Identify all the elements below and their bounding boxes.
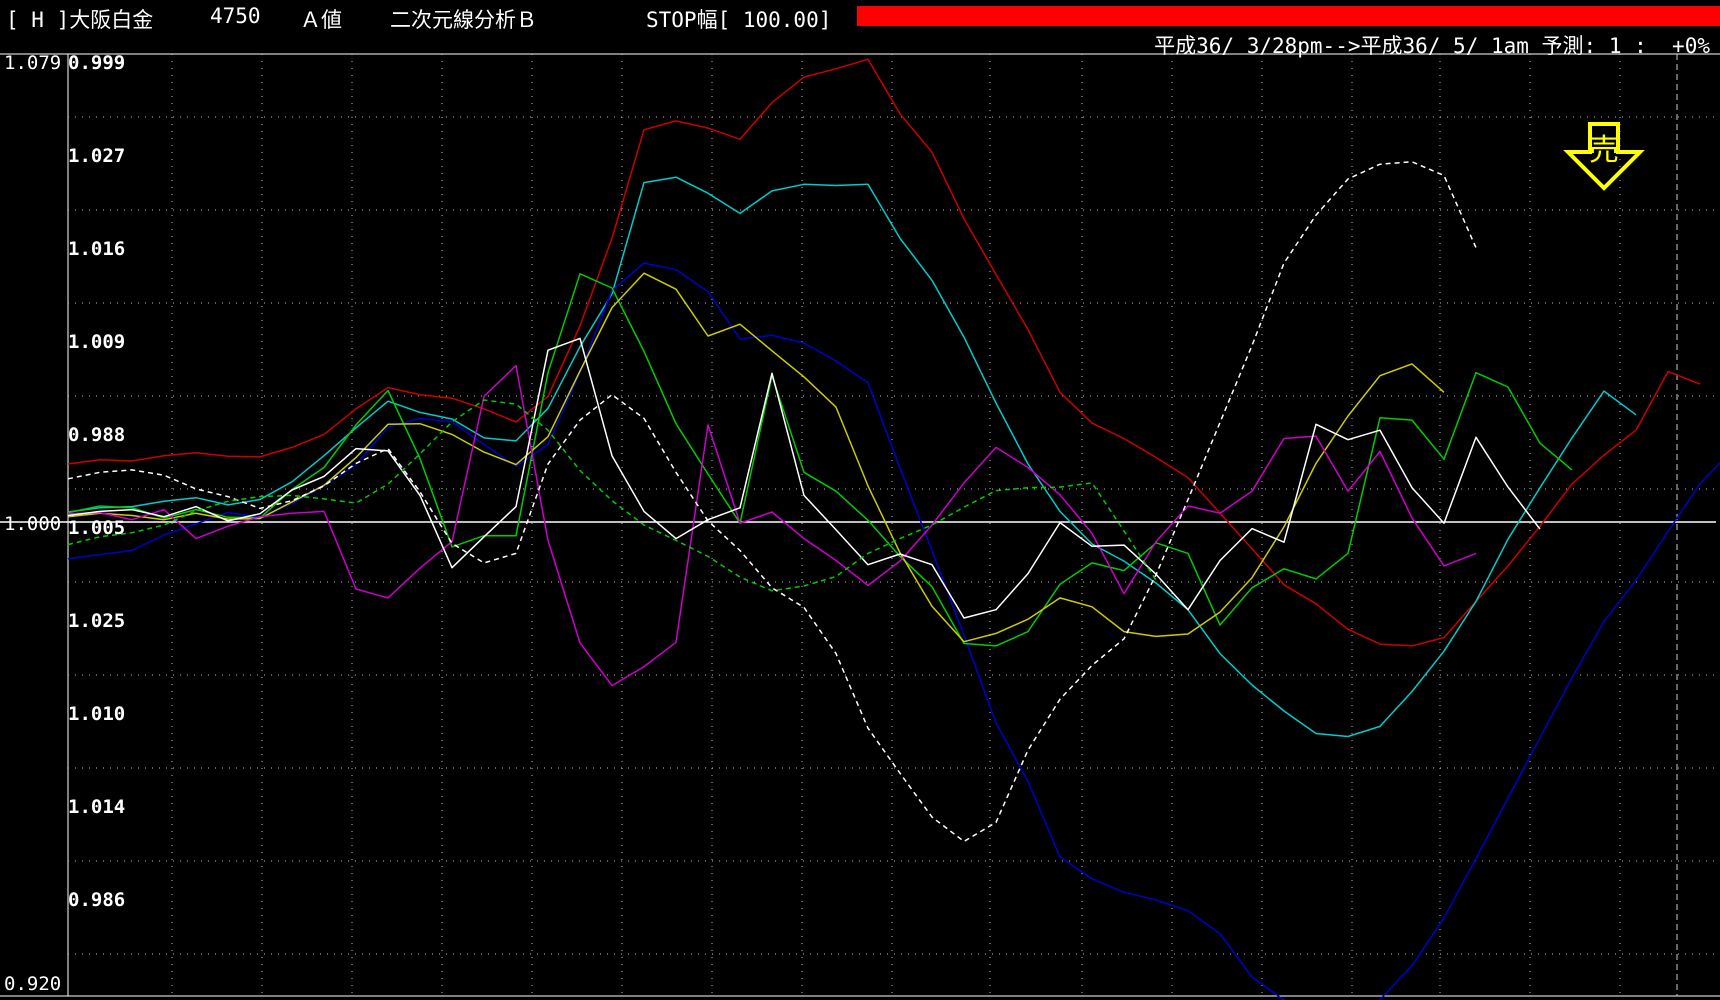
- value-label: 1.016: [68, 238, 126, 260]
- series-line-8: [67, 399, 1157, 592]
- value-label: 1.010: [68, 703, 126, 725]
- value-label: 1.005: [68, 517, 126, 539]
- sell-signal-icon: 売: [1562, 122, 1646, 194]
- series-line-0: [67, 58, 1701, 647]
- value-label: 0.999: [68, 52, 126, 74]
- left-axis-bottom: 0.920: [4, 973, 62, 995]
- series-line-5: [67, 364, 1477, 687]
- value-label: 1.027: [68, 145, 126, 167]
- left-axis-mid: 1.000: [4, 513, 62, 535]
- value-label: 1.014: [68, 796, 126, 818]
- series-line-3: [67, 273, 1573, 647]
- left-axis-top: 1.079: [4, 52, 62, 74]
- series-line-2: [67, 262, 1720, 1000]
- line-chart: [0, 53, 1720, 1000]
- value-label: 1.009: [68, 331, 126, 353]
- series-line-1: [67, 176, 1637, 738]
- value-label: 0.986: [68, 889, 126, 911]
- series-line-4: [67, 272, 1445, 643]
- value-label: 0.988: [68, 424, 126, 446]
- value-label: 1.025: [68, 610, 126, 632]
- sell-signal-glyph: 売: [1589, 133, 1619, 168]
